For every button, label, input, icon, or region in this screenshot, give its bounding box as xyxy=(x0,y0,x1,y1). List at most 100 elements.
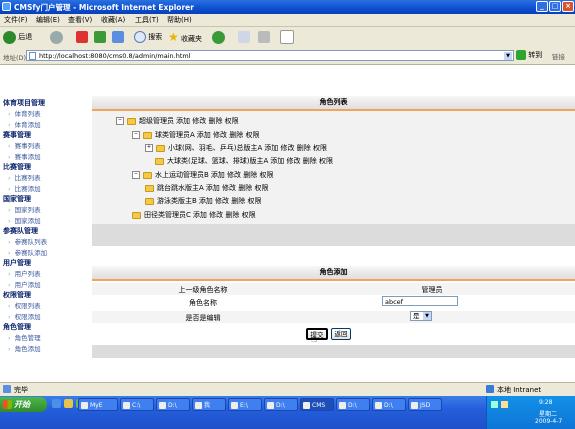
role-name-label: 角色名称 xyxy=(189,299,217,307)
links-button[interactable]: 链接 xyxy=(552,51,565,61)
node-actions[interactable]: 添加 修改 删除 权限 xyxy=(199,197,262,205)
home-icon xyxy=(112,31,124,43)
folder-icon xyxy=(145,184,154,192)
mail-button[interactable] xyxy=(238,30,250,45)
node-name[interactable]: 超级管理员 xyxy=(139,117,174,125)
node-actions[interactable]: 添加 修改 删除 权限 xyxy=(264,144,327,152)
print-button[interactable] xyxy=(258,30,270,45)
address-input[interactable]: http://localhost:8080/cms0.8/admin/main.… xyxy=(26,50,514,61)
search-button[interactable]: 搜索 xyxy=(134,30,162,45)
favorites-button[interactable]: ★ 收藏夹 xyxy=(168,30,202,45)
back-form-button[interactable]: 返回 xyxy=(331,328,351,340)
sidebar-item-events-list[interactable]: 赛事列表 xyxy=(8,140,41,150)
sidebar-item-roles-manage[interactable]: 角色管理 xyxy=(8,332,41,342)
node-actions[interactable]: 添加 修改 删除 权限 xyxy=(206,184,269,192)
volume-icon[interactable] xyxy=(501,401,508,408)
node-actions[interactable]: 添加 修改 删除 权限 xyxy=(211,171,274,179)
sidebar-item-sports-add[interactable]: 体育添加 xyxy=(8,119,41,129)
edit-button[interactable] xyxy=(280,30,294,45)
node-name[interactable]: 游泳类版主B xyxy=(157,197,197,205)
task-button[interactable]: E:\ xyxy=(228,398,262,411)
menu-view[interactable]: 查看(V) xyxy=(68,15,92,25)
clock-time[interactable]: 9:28 xyxy=(539,399,552,406)
tree-node: − 水上运动管理员B 添加 修改 删除 权限 xyxy=(132,170,274,180)
task-button[interactable]: C:\ xyxy=(120,398,154,411)
sidebar-item-teams-add[interactable]: 参赛队添加 xyxy=(8,247,48,257)
sidebar-item-teams-list[interactable]: 参赛队列表 xyxy=(8,236,48,246)
sidebar-item-permissions-list[interactable]: 权限列表 xyxy=(8,300,41,310)
task-button[interactable]: D:\ xyxy=(372,398,406,411)
history-button[interactable] xyxy=(212,30,225,45)
refresh-button[interactable] xyxy=(94,30,106,45)
minimize-button[interactable]: _ xyxy=(536,1,548,12)
menu-favorites[interactable]: 收藏(A) xyxy=(101,15,125,25)
forward-button[interactable] xyxy=(50,30,63,45)
folder-quicklaunch-icon[interactable] xyxy=(64,399,73,408)
sidebar-item-countries-list[interactable]: 国家列表 xyxy=(8,204,41,214)
page-content: 体育项目管理 体育列表 体育添加 赛事管理 赛事列表 赛事添加 比赛管理 比赛列… xyxy=(0,65,575,382)
collapse-icon[interactable]: − xyxy=(116,117,124,125)
go-label: 转到 xyxy=(528,51,543,59)
home-button[interactable] xyxy=(112,30,124,45)
tree-node: − 球类管理员A 添加 修改 删除 权限 xyxy=(132,130,259,140)
task-button[interactable]: D:\ xyxy=(336,398,370,411)
address-url: http://localhost:8080/cms0.8/admin/main.… xyxy=(39,52,191,60)
expand-icon[interactable]: + xyxy=(145,144,153,152)
sidebar-item-matches-list[interactable]: 比赛列表 xyxy=(8,172,41,182)
clock-date: 2009-4-7 xyxy=(535,418,563,425)
sidebar-item-countries-add[interactable]: 国家添加 xyxy=(8,215,41,225)
node-actions[interactable]: 添加 修改 删除 权限 xyxy=(270,157,333,165)
menu-help[interactable]: 帮助(H) xyxy=(167,15,192,25)
sidebar-item-sports-list[interactable]: 体育列表 xyxy=(8,108,41,118)
role-add-title: 角色添加 xyxy=(92,266,575,281)
node-actions[interactable]: 添加 修改 删除 权限 xyxy=(197,131,260,139)
sidebar-section-countries: 国家管理 xyxy=(3,195,31,203)
panel-footer xyxy=(92,224,575,246)
refresh-icon xyxy=(94,31,106,43)
ie-quicklaunch-icon[interactable] xyxy=(52,399,61,408)
editable-select[interactable]: 是 ▼ xyxy=(410,311,432,321)
node-actions[interactable]: 添加 修改 删除 权限 xyxy=(176,117,239,125)
node-name[interactable]: 水上运动管理员B xyxy=(155,171,209,179)
sidebar-item-roles-add[interactable]: 角色添加 xyxy=(8,343,41,353)
chevron-down-icon[interactable]: ▼ xyxy=(504,52,512,60)
taskbar: 开始 MyE C:\ D:\ 我 E:\ D:\ CMS D:\ D:\ JSD… xyxy=(0,396,575,429)
title-bar: CMSfy门户管理 - Microsoft Internet Explorer … xyxy=(0,0,575,14)
collapse-icon[interactable]: − xyxy=(132,131,140,139)
task-button-active[interactable]: CMS xyxy=(300,398,334,411)
tree-node: 游泳类版主B 添加 修改 删除 权限 xyxy=(145,196,262,206)
node-name[interactable]: 跳台跳水版主A xyxy=(157,184,204,192)
menu-file[interactable]: 文件(F) xyxy=(4,15,28,25)
start-button[interactable]: 开始 xyxy=(0,397,47,412)
menu-edit[interactable]: 编辑(E) xyxy=(36,15,60,25)
task-button[interactable]: D:\ xyxy=(264,398,298,411)
sidebar-item-users-add[interactable]: 用户添加 xyxy=(8,279,41,289)
sidebar-item-permissions-add[interactable]: 权限添加 xyxy=(8,311,41,321)
task-button[interactable]: JSD xyxy=(408,398,442,411)
stop-button[interactable] xyxy=(76,30,88,45)
menu-tools[interactable]: 工具(T) xyxy=(135,15,159,25)
sidebar-section-roles: 角色管理 xyxy=(3,323,31,331)
folder-icon xyxy=(143,171,152,179)
sidebar-section-matches: 比赛管理 xyxy=(3,163,31,171)
close-button[interactable]: × xyxy=(562,1,574,12)
toolbar: 后退 搜索 ★ 收藏夹 xyxy=(0,27,575,49)
network-icon[interactable] xyxy=(491,401,498,408)
go-button[interactable]: 转到 xyxy=(516,50,542,60)
node-name[interactable]: 田径类管理员C xyxy=(144,211,191,219)
node-name[interactable]: 大球类(足球、篮球、排球)版主A xyxy=(167,157,268,165)
node-actions[interactable]: 添加 修改 删除 权限 xyxy=(193,211,256,219)
maximize-button[interactable]: □ xyxy=(549,1,561,12)
sidebar-item-events-add[interactable]: 赛事添加 xyxy=(8,151,41,161)
tree-node: 田径类管理员C 添加 修改 删除 权限 xyxy=(132,210,256,220)
task-button[interactable]: MyE xyxy=(78,398,118,411)
node-name[interactable]: 球类管理员A xyxy=(155,131,195,139)
task-button[interactable]: 我 xyxy=(192,398,226,411)
sidebar-item-matches-add[interactable]: 比赛添加 xyxy=(8,183,41,193)
sidebar-item-users-list[interactable]: 用户列表 xyxy=(8,268,41,278)
task-button[interactable]: D:\ xyxy=(156,398,190,411)
node-name[interactable]: 小球(网、羽毛、乒乓)总版主A xyxy=(168,144,262,152)
collapse-icon[interactable]: − xyxy=(132,171,140,179)
back-button[interactable]: 后退 xyxy=(3,30,32,45)
role-name-input[interactable]: abcef xyxy=(382,296,458,306)
